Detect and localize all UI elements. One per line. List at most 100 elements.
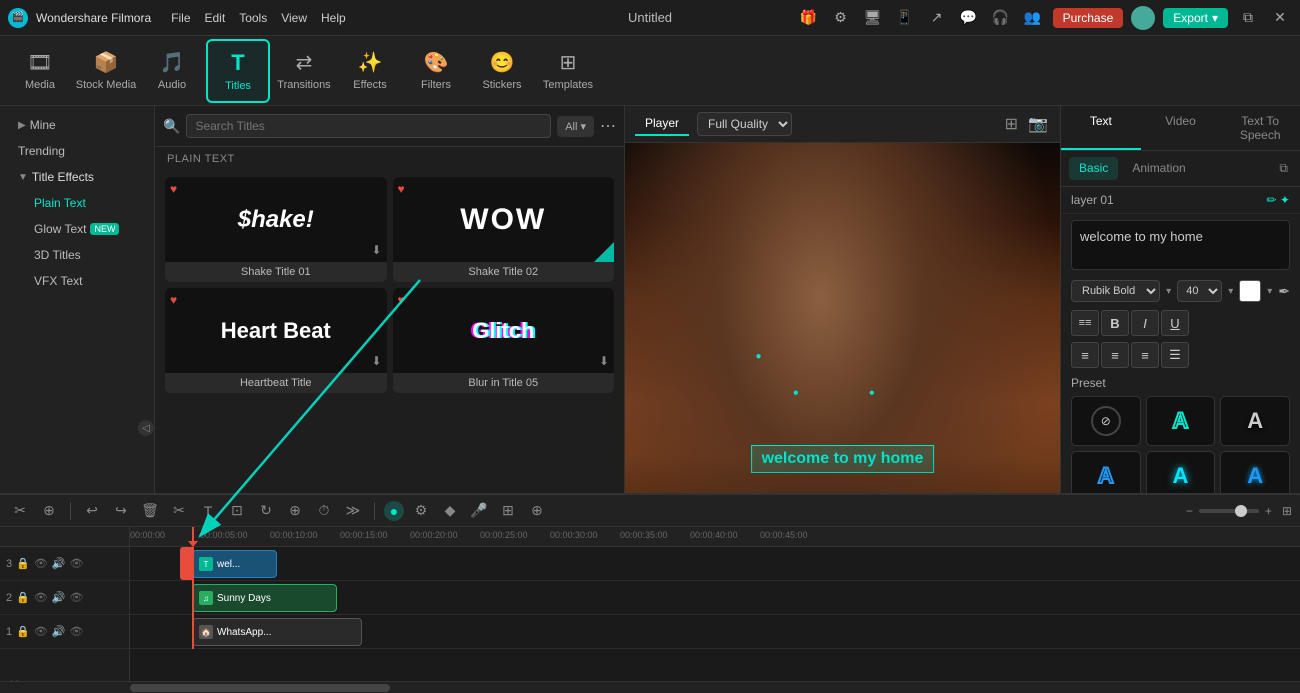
menu-view[interactable]: View [281,11,307,25]
sidebar-item-3d-titles[interactable]: 3D Titles [24,242,146,268]
vol-icon-2[interactable]: 🔊 [52,591,66,604]
title-card-heartbeat[interactable]: ♥ Heart Beat ⬇ Heartbeat Title [165,288,387,393]
tool-audio[interactable]: 🎵 Audio [140,39,204,103]
tool-transitions[interactable]: ⇄ Transitions [272,39,336,103]
align-justify-button[interactable]: ☰ [1161,342,1189,368]
eye-icon-1[interactable]: 👁 [34,625,48,638]
menu-tools[interactable]: Tools [239,11,267,25]
align-center-button[interactable]: ≡ [1101,342,1129,368]
more-zoom-icon[interactable]: ⊞ [1282,504,1292,518]
crop-icon[interactable]: ⊕ [37,499,61,523]
menu-file[interactable]: File [171,11,190,25]
settings-icon[interactable]: ⚙ [829,6,853,30]
grid-view-icon[interactable]: ⊞ [1003,112,1020,136]
more-icon[interactable]: ≫ [341,499,365,523]
sidebar-item-mine[interactable]: ▶ Mine [8,112,146,138]
tab-video[interactable]: Video [1141,106,1221,150]
gift-icon[interactable]: 🎁 [797,6,821,30]
align-right-button[interactable]: ≡ [1131,342,1159,368]
zoom-out-icon[interactable]: − [1186,504,1193,518]
vol-icon-1[interactable]: 🔊 [52,625,66,638]
copy-icon[interactable]: ⊡ [225,499,249,523]
tool-titles[interactable]: T Titles [206,39,270,103]
more-options-button[interactable]: ⋯ [600,116,616,136]
zoom-bar[interactable] [1199,509,1259,513]
window-close-icon[interactable]: ✕ [1268,6,1292,30]
purchase-button[interactable]: Purchase [1053,8,1124,28]
tool-media[interactable]: 🎞 Media [8,39,72,103]
people-icon[interactable]: 👥 [1021,6,1045,30]
lock-icon-1[interactable]: 🔒 [16,625,30,638]
zoom-in-icon[interactable]: + [1265,504,1272,518]
monitor-icon[interactable]: 🖥 [861,6,885,30]
subtab-basic[interactable]: Basic [1069,157,1118,180]
ripple-icon[interactable]: ⚙ [409,499,433,523]
mic-icon[interactable]: 🎤 [467,499,491,523]
title-card-shake02[interactable]: ♥ WOW Shake Title 02 [393,177,615,282]
delete-icon[interactable]: 🗑 [138,499,162,523]
underline-button[interactable]: U [1161,310,1189,336]
detect-icon[interactable]: ⊞ [496,499,520,523]
subtab-animation[interactable]: Animation [1122,157,1195,180]
tool-stickers[interactable]: 😊 Stickers [470,39,534,103]
sidebar-item-trending[interactable]: Trending [8,138,146,164]
sidebar-item-glow-text[interactable]: Glow Text NEW [24,216,146,242]
sidebar-item-title-effects[interactable]: ▼ Title Effects [8,164,146,190]
vol-icon-3[interactable]: 🔊 [52,557,66,570]
search-input[interactable] [186,114,551,138]
clip-audio[interactable]: ♫ Sunny Days [192,584,337,612]
share-icon[interactable]: ↗ [925,6,949,30]
add-icon[interactable]: ⊕ [283,499,307,523]
tab-text[interactable]: Text [1061,106,1141,150]
italic-button[interactable]: I [1131,310,1159,336]
eye-icon-3[interactable]: 👁 [34,557,48,570]
format-columns-icon[interactable]: ≡≡ [1071,310,1099,336]
split-icon[interactable]: ✂ [8,499,32,523]
time-ruler[interactable]: 00:00:00 00:00:05:00 00:00:10:00 00:00:1… [130,527,1300,547]
lock-icon-3[interactable]: 🔒 [16,557,30,570]
layer-edit-button[interactable]: ✏ ✦ [1267,193,1290,207]
clip-video[interactable]: 🏠 WhatsApp... [192,618,362,646]
color-picker-icon[interactable]: ✒ [1278,283,1290,300]
tab-player[interactable]: Player [635,112,689,136]
vis-icon-3[interactable]: 👁 [70,557,84,570]
font-select[interactable]: Rubik Bold [1071,280,1160,302]
marker-icon[interactable]: ◆ [438,499,462,523]
menu-edit[interactable]: Edit [205,11,226,25]
preset-dark[interactable]: A [1220,396,1290,446]
menu-help[interactable]: Help [321,11,346,25]
tool-templates[interactable]: ⊞ Templates [536,39,600,103]
phone-icon[interactable]: 📱 [893,6,917,30]
export-button[interactable]: Export ▾ [1163,8,1228,28]
bold-button[interactable]: B [1101,310,1129,336]
color-swatch[interactable] [1239,280,1261,302]
text-preview-box[interactable]: welcome to my home [1071,220,1290,270]
vis-icon-1[interactable]: 👁 [70,625,84,638]
tool-stock-media[interactable]: 📦 Stock Media [74,39,138,103]
title-card-blur[interactable]: ♥ Glit­ch ⬇ Blur in Title 05 [393,288,615,393]
cut-icon[interactable]: ✂ [167,499,191,523]
snapshot-icon[interactable]: 📷 [1026,112,1050,136]
text-tool-icon[interactable]: T [196,499,220,523]
clip-title[interactable]: T wel... [192,550,277,578]
tab-tts[interactable]: Text To Speech [1220,106,1300,150]
filter-button[interactable]: All ▾ [557,116,594,137]
rotate-icon[interactable]: ↻ [254,499,278,523]
headphone-icon[interactable]: 🎧 [989,6,1013,30]
left-panel-collapse-btn[interactable]: ◁ [138,420,154,436]
align-left-button[interactable]: ≡ [1071,342,1099,368]
timeline-scrollbar[interactable] [0,681,1300,693]
tool-effects[interactable]: ✨ Effects [338,39,402,103]
copy-panel-icon[interactable]: ⧉ [1275,157,1292,180]
zoom-thumb[interactable] [1235,505,1247,517]
avatar[interactable] [1131,6,1155,30]
title-card-shake01[interactable]: ♥ $hake! ⬇ Shake Title 01 [165,177,387,282]
speed-icon[interactable]: ⏱ [312,499,336,523]
vis-icon-2[interactable]: 👁 [70,591,84,604]
preset-outline[interactable]: A [1146,396,1216,446]
snap-icon[interactable]: ● [384,501,404,521]
sidebar-item-plain-text[interactable]: Plain Text [24,190,146,216]
quality-select[interactable]: Full Quality 1/2 Quality 1/4 Quality [697,112,792,136]
chat-icon[interactable]: 💬 [957,6,981,30]
window-restore-icon[interactable]: ⧉ [1236,6,1260,30]
